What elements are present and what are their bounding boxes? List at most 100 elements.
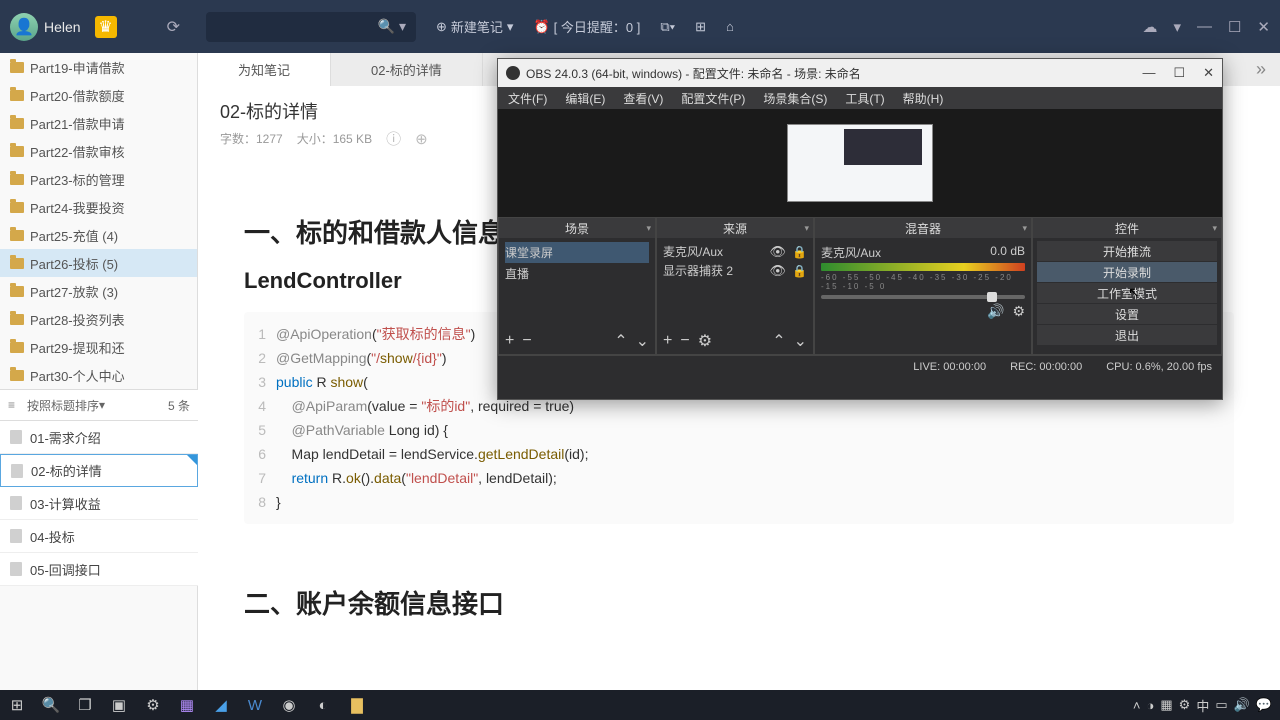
apps-icon[interactable]: ⊞ <box>695 19 706 35</box>
folder-item[interactable]: Part29-提现和还 <box>0 333 197 361</box>
gear-icon[interactable]: ⚙ <box>698 331 712 351</box>
panel-title[interactable]: 场景 <box>499 218 655 238</box>
outline-item[interactable]: 04-投标 <box>0 520 198 553</box>
taskview-icon[interactable]: ❐ <box>68 690 102 720</box>
menu-item[interactable]: 查看(V) <box>623 90 663 107</box>
folder-item[interactable]: Part21-借款申请 <box>0 109 197 137</box>
home-icon[interactable]: ⌂ <box>726 19 734 34</box>
minimize-icon[interactable]: — <box>1142 65 1155 81</box>
hamburger-icon[interactable]: ≡ <box>8 398 15 412</box>
obs-preview[interactable] <box>498 109 1222 217</box>
folder-item[interactable]: Part19-申请借款 <box>0 53 197 81</box>
menu-item[interactable]: 配置文件(P) <box>681 90 745 107</box>
control-button[interactable]: 工作室模式 <box>1037 283 1217 303</box>
obs-titlebar[interactable]: OBS 24.0.3 (64-bit, windows) - 配置文件: 未命名… <box>498 59 1222 87</box>
filter-icon[interactable]: ▾ <box>1173 18 1181 36</box>
maximize-icon[interactable]: ☐ <box>1228 18 1241 36</box>
obs-icon[interactable]: ◐ <box>306 690 340 720</box>
crown-icon[interactable]: ♛ <box>95 16 117 38</box>
lock-icon[interactable]: 🔒 <box>792 245 807 259</box>
sources-panel: 来源 麦克风/Aux 👁🔒显示器捕获 2👁🔒 + − ⚙ ⌃ ⌄ <box>656 217 814 355</box>
speaker-icon[interactable]: 🔊 <box>987 303 1004 320</box>
panel-title[interactable]: 来源 <box>657 218 813 238</box>
source-item[interactable]: 显示器捕获 2👁🔒 <box>663 261 807 280</box>
tray-icon[interactable]: ⚙ <box>1179 697 1191 713</box>
close-icon[interactable]: ✕ <box>1203 65 1214 81</box>
menu-item[interactable]: 编辑(E) <box>565 90 605 107</box>
down-icon[interactable]: ⌄ <box>636 331 649 351</box>
lock-icon[interactable]: 🔒 <box>792 264 807 278</box>
explorer-icon[interactable]: ▇ <box>340 690 374 720</box>
ide-icon[interactable]: ▦ <box>170 690 204 720</box>
down-icon[interactable]: ⌄ <box>794 331 807 351</box>
start-icon[interactable]: ⊞ <box>0 690 34 720</box>
folder-item[interactable]: Part27-放款 (3) <box>0 277 197 305</box>
folder-item[interactable]: Part23-标的管理 <box>0 165 197 193</box>
vscode-icon[interactable]: ◢ <box>204 690 238 720</box>
remove-icon[interactable]: − <box>680 332 689 350</box>
eye-icon[interactable]: 👁 <box>770 244 787 260</box>
folder-item[interactable]: Part20-借款额度 <box>0 81 197 109</box>
eye-icon[interactable]: 👁 <box>770 263 787 279</box>
gear-icon[interactable]: ⚙ <box>136 690 170 720</box>
control-button[interactable]: 退出 <box>1037 325 1217 345</box>
add-icon[interactable]: ⊕ <box>415 130 428 148</box>
gear-icon[interactable]: ⚙ <box>1012 303 1025 320</box>
sync-icon[interactable]: ☁ <box>1142 18 1157 36</box>
expand-button[interactable]: » <box>1242 53 1280 86</box>
add-icon[interactable]: + <box>663 332 672 350</box>
tray-up-icon[interactable]: ˄ <box>1133 698 1141 713</box>
panel-title[interactable]: 控件 <box>1033 218 1221 238</box>
menu-item[interactable]: 场景集合(S) <box>763 90 827 107</box>
folder-item[interactable]: Part28-投资列表 <box>0 305 197 333</box>
tray-icon[interactable]: ▦ <box>1160 697 1172 713</box>
source-item[interactable]: 麦克风/Aux 👁🔒 <box>663 242 807 261</box>
tray-icon[interactable]: ◑ <box>1147 698 1155 713</box>
menu-item[interactable]: 帮助(H) <box>903 90 944 107</box>
folder-item[interactable]: Part24-我要投资 <box>0 193 197 221</box>
ime-icon[interactable]: 中 <box>1196 696 1209 715</box>
info-icon[interactable]: ⓘ <box>386 128 401 149</box>
up-icon[interactable]: ⌃ <box>772 331 785 351</box>
search-icon[interactable]: 🔍 <box>34 690 68 720</box>
minimize-icon[interactable]: — <box>1197 18 1212 35</box>
chrome-icon[interactable]: ◉ <box>272 690 306 720</box>
outline-item[interactable]: 01-需求介绍 <box>0 421 198 454</box>
screenshot-button[interactable]: ⧉▾ <box>660 19 675 35</box>
menu-item[interactable]: 工具(T) <box>845 90 884 107</box>
panel-title[interactable]: 混音器 <box>815 218 1031 238</box>
word-icon[interactable]: W <box>238 690 272 720</box>
folder-item[interactable]: Part25-充值 (4) <box>0 221 197 249</box>
volume-slider[interactable] <box>821 295 1025 299</box>
add-icon[interactable]: + <box>505 332 514 350</box>
close-icon[interactable]: ✕ <box>1257 18 1270 36</box>
search-input[interactable]: 🔍 ▾ <box>206 12 416 42</box>
scene-item[interactable]: 直播 <box>505 263 649 284</box>
scene-item[interactable]: 课堂录屏 <box>505 242 649 263</box>
tab[interactable]: 为知笔记 <box>198 53 331 86</box>
new-note-button[interactable]: ⊕新建笔记▾ <box>436 17 513 36</box>
remove-icon[interactable]: − <box>522 332 531 350</box>
outline-item[interactable]: 02-标的详情 <box>0 454 198 487</box>
refresh-icon[interactable]: ⟳ <box>167 17 180 37</box>
outline-item[interactable]: 05-回调接口 <box>0 553 198 586</box>
notification-icon[interactable]: 💬 <box>1256 697 1272 713</box>
sort-bar[interactable]: ≡ 按照标题排序 ▾ 5 条 <box>0 389 198 421</box>
reminder-button[interactable]: ⏰[ 今日提醒：0 ] <box>533 17 640 36</box>
control-button[interactable]: 开始推流 <box>1037 241 1217 261</box>
outline-item[interactable]: 03-计算收益 <box>0 487 198 520</box>
battery-icon[interactable]: ▭ <box>1215 697 1227 713</box>
volume-icon[interactable]: 🔊 <box>1234 697 1250 713</box>
obs-statusbar: LIVE: 00:00:00 REC: 00:00:00 CPU: 0.6%, … <box>498 355 1222 377</box>
folder-item[interactable]: Part30-个人中心 <box>0 361 197 389</box>
menu-item[interactable]: 文件(F) <box>508 90 547 107</box>
avatar[interactable]: 👤 <box>10 13 38 41</box>
tab[interactable]: 02-标的详情 <box>331 53 483 86</box>
terminal-icon[interactable]: ▣ <box>102 690 136 720</box>
control-button[interactable]: 开始录制 <box>1037 262 1217 282</box>
up-icon[interactable]: ⌃ <box>614 331 627 351</box>
folder-item[interactable]: Part26-投标 (5) <box>0 249 197 277</box>
maximize-icon[interactable]: ☐ <box>1173 65 1185 81</box>
control-button[interactable]: 设置 <box>1037 304 1217 324</box>
folder-item[interactable]: Part22-借款审核 <box>0 137 197 165</box>
